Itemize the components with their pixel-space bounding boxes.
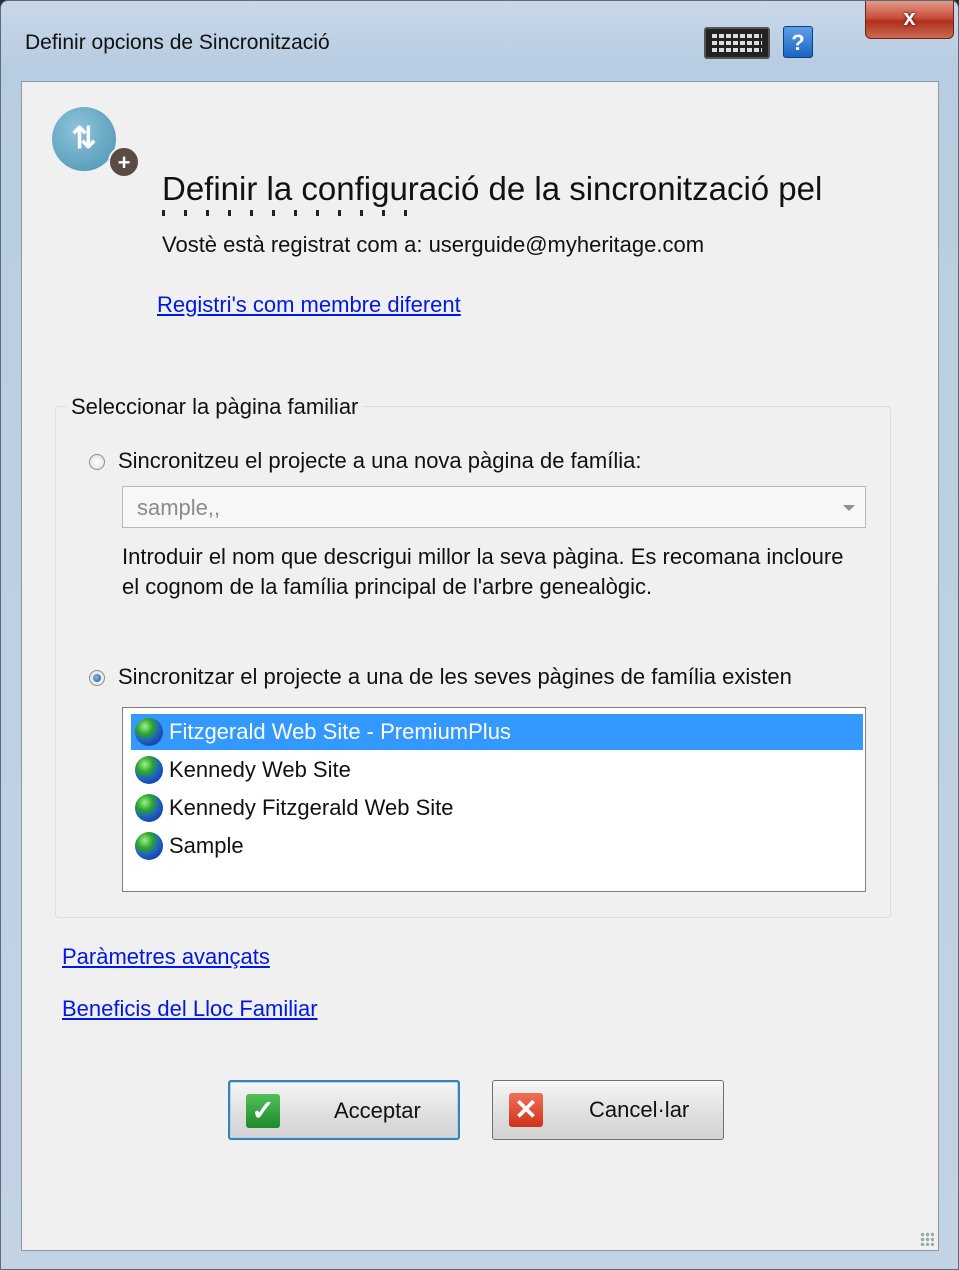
new-site-radio[interactable] xyxy=(89,454,105,470)
switch-user-link[interactable]: Registri's com membre diferent xyxy=(157,292,461,318)
existing-site-radio[interactable] xyxy=(89,670,105,686)
site-name-value: sample,, xyxy=(137,495,221,520)
list-item[interactable]: Kennedy Web Site xyxy=(131,752,863,788)
site-name: Sample xyxy=(169,833,244,858)
existing-sites-list[interactable]: Fitzgerald Web Site - PremiumPlus Kenned… xyxy=(122,707,866,892)
site-name-hint: Introduir el nom que descrigui millor la… xyxy=(122,544,844,599)
site-name: Kennedy Fitzgerald Web Site xyxy=(169,795,454,820)
existing-site-radio-label[interactable]: Sincronitzar el projecte a una de les se… xyxy=(118,664,868,690)
keyboard-icon[interactable] xyxy=(704,27,770,59)
dialog-content: ⇅ + Definir la configuració de la sincro… xyxy=(21,81,939,1251)
globe-icon xyxy=(135,832,163,860)
plus-icon: + xyxy=(108,146,140,178)
family-site-benefits-link[interactable]: Beneficis del Lloc Familiar xyxy=(62,996,318,1022)
cancel-button-label: Cancel·lar xyxy=(589,1097,690,1122)
list-item[interactable]: Kennedy Fitzgerald Web Site xyxy=(131,790,863,826)
site-name: Fitzgerald Web Site - PremiumPlus xyxy=(169,719,511,744)
sync-icon: ⇅ xyxy=(52,107,116,171)
globe-icon xyxy=(135,718,163,746)
chevron-down-icon[interactable] xyxy=(843,505,855,511)
help-button[interactable]: ? xyxy=(783,26,813,58)
list-item[interactable]: Sample xyxy=(131,828,863,864)
advanced-settings-link[interactable]: Paràmetres avançats xyxy=(62,944,270,970)
accept-button-label: Acceptar xyxy=(334,1098,421,1123)
globe-icon xyxy=(135,794,163,822)
globe-icon xyxy=(135,756,163,784)
checkmark-icon: ✓ xyxy=(246,1094,280,1128)
page-title: Definir la configuració de la sincronitz… xyxy=(162,170,823,207)
logged-in-user-text: Vostè està registrat com a: userguide@my… xyxy=(162,232,705,257)
window-title: Definir opcions de Sincronització xyxy=(25,31,330,54)
close-button[interactable]: x xyxy=(865,1,954,39)
truncated-text-line xyxy=(162,210,422,216)
new-site-radio-label[interactable]: Sincronitzeu el projecte a una nova pàgi… xyxy=(118,448,878,474)
list-item[interactable]: Fitzgerald Web Site - PremiumPlus xyxy=(131,714,863,750)
family-site-group-label: Seleccionar la pàgina familiar xyxy=(67,394,363,420)
cancel-button[interactable]: ✕ Cancel·lar xyxy=(492,1080,724,1140)
accept-button[interactable]: ✓ Acceptar xyxy=(228,1080,460,1140)
site-name-combobox[interactable]: sample,, xyxy=(122,486,866,528)
resize-grip-icon[interactable] xyxy=(920,1232,934,1246)
site-name: Kennedy Web Site xyxy=(169,757,351,782)
cross-icon: ✕ xyxy=(509,1093,543,1127)
title-bar: Definir opcions de Sincronització ? x xyxy=(1,1,958,81)
dialog-window: Definir opcions de Sincronització ? x ⇅ … xyxy=(0,0,959,1270)
